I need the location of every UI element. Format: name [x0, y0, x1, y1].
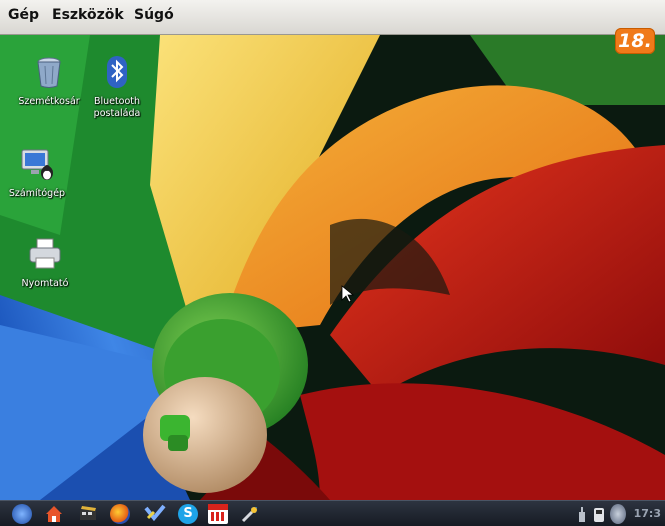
home-icon[interactable] — [44, 504, 64, 524]
film-icon[interactable] — [78, 504, 98, 524]
start-menu-icon[interactable] — [12, 504, 32, 524]
desktop-icon-bluetooth[interactable]: Bluetooth postaláda — [82, 54, 152, 120]
skype-icon[interactable]: S — [178, 504, 198, 524]
menu-sugo[interactable]: Súgó — [134, 7, 174, 23]
mail-icon[interactable] — [144, 504, 166, 524]
taskbar: S 17:3 — [0, 500, 665, 526]
desktop-icon-printer[interactable]: Nyomtató — [10, 236, 80, 290]
bluetooth-icon — [107, 56, 127, 88]
network-icon[interactable] — [576, 504, 588, 524]
desktop-icon-trash[interactable]: Szemétkosár — [14, 54, 84, 108]
update-icon[interactable] — [610, 504, 626, 524]
menubar: Gép Eszközök Súgó — [0, 0, 665, 35]
menu-eszkozok[interactable]: Eszközök — [52, 7, 124, 23]
screen: Gép Eszközök Súgó 18. Szemétkosár Blueto… — [0, 0, 665, 526]
calendar-icon[interactable] — [208, 504, 228, 524]
firefox-icon[interactable] — [110, 504, 130, 524]
clock: 17:3 — [633, 507, 661, 520]
trash-icon — [37, 57, 61, 88]
printer-icon — [29, 238, 61, 269]
usb-icon[interactable] — [592, 504, 606, 524]
desktop-icon-label: Bluetooth postaláda — [93, 96, 141, 119]
desktop-icon-label: Szemétkosár — [18, 96, 80, 107]
menu-gep[interactable]: Gép — [8, 7, 39, 23]
page-number-badge: 18. — [615, 28, 655, 54]
computer-icon — [21, 149, 53, 180]
tools-icon[interactable] — [240, 504, 260, 524]
desktop-icon-computer[interactable]: Számítógép — [2, 146, 72, 200]
desktop-icon-label: Számítógép — [8, 188, 66, 199]
desktop-icon-label: Nyomtató — [21, 278, 69, 289]
